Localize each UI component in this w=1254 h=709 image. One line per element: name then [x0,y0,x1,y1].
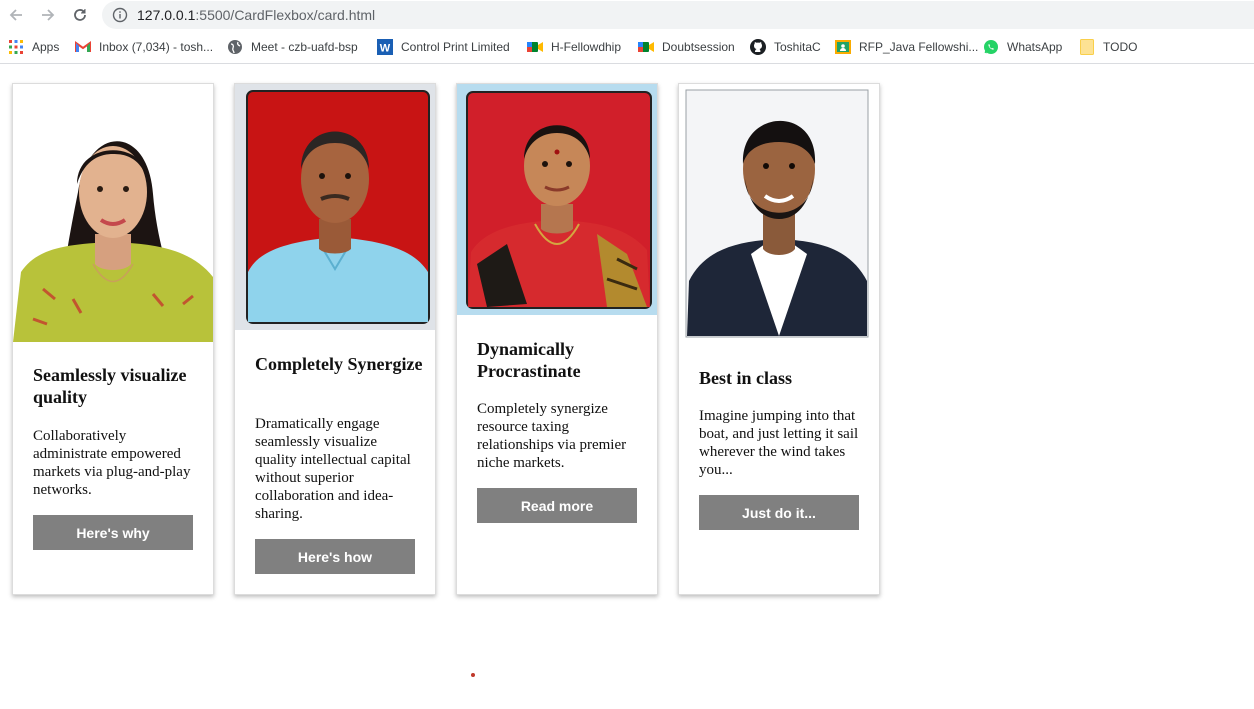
card-title: Best in class [699,368,793,388]
back-button[interactable] [5,4,27,26]
card-2: Completely Synergize Dramatically engage… [234,83,436,595]
bookmark-apps[interactable]: Apps [8,38,59,56]
bookmark-label: Doubtsession [662,40,735,54]
just-do-it-button[interactable]: Just do it... [699,495,859,530]
github-icon [750,39,766,55]
whatsapp-icon [983,39,999,55]
card-title: Completely Synergize [255,354,423,374]
bookmark-label: Apps [32,40,60,54]
bookmark-whatsapp[interactable]: WhatsApp [983,38,1062,56]
bookmark-label: TODO [1103,40,1138,54]
forward-arrow-icon [42,9,55,21]
bookmark-label: Control Print Limited [401,40,510,54]
card-title: Dynamically Procrastinate [477,339,581,381]
bookmark-label: WhatsApp [1007,40,1063,54]
portrait-woman-green-top [13,84,213,342]
url-text[interactable]: 127.0.0.1:5500/CardFlexbox/card.html [137,7,375,23]
svg-text:W: W [380,43,391,55]
bookmark-meet[interactable]: Meet - czb-uafd-bsp [227,38,358,56]
heres-how-button[interactable]: Here's how [255,539,415,574]
bookmark-toshitac[interactable]: ToshitaC [750,38,821,56]
bookmark-todo[interactable]: TODO [1079,38,1137,56]
portrait-man-dark-suit [679,84,879,342]
card-text: Collaboratively administrate empowered m… [33,428,191,498]
card-photo [457,84,657,315]
heres-why-button[interactable]: Here's why [33,515,193,550]
bookmark-gmail[interactable]: Inbox (7,034) - tosh... [75,38,213,56]
card-photo [235,84,435,330]
card-text: Completely synergize resource taxing rel… [477,401,627,471]
card-title: Seamlessly visualize quality [33,365,187,407]
bookmarks-bar: Apps Inbox (7,034) - tosh... Meet - czb-… [0,30,1254,64]
meet-camera-icon [527,39,543,55]
card-1: Seamlessly visualize quality Collaborati… [12,83,214,595]
forward-button[interactable] [37,4,59,26]
portrait-man-blue-shirt [235,84,435,330]
reload-button[interactable] [69,4,91,26]
card-text: Dramatically engage seamlessly visualize… [255,416,411,522]
back-arrow-icon [9,9,22,21]
browser-toolbar: 127.0.0.1:5500/CardFlexbox/card.html [0,0,1254,30]
globe-icon [227,39,243,55]
bookmark-label: Inbox (7,034) - tosh... [99,40,214,54]
read-more-button[interactable]: Read more [477,488,637,523]
apps-grid-icon [8,39,24,55]
w-logo-icon: W [377,39,393,55]
bookmark-label: RFP_Java Fellowshi... [859,40,979,54]
reload-icon [74,9,86,21]
bookmark-h-fellowdhip[interactable]: H-Fellowdhip [527,38,621,56]
classroom-icon [835,39,851,55]
bookmark-doubtsession[interactable]: Doubtsession [638,38,735,56]
bookmark-control-print[interactable]: W Control Print Limited [377,38,510,56]
card-photo [13,84,213,342]
bookmark-label: ToshitaC [774,40,821,54]
address-bar[interactable]: 127.0.0.1:5500/CardFlexbox/card.html [102,1,1254,29]
bookmark-label: Meet - czb-uafd-bsp [251,40,358,54]
url-host: 127.0.0.1 [137,7,196,23]
bookmark-rfp-java[interactable]: RFP_Java Fellowshi... [835,38,978,56]
portrait-woman-red-saree [457,84,657,315]
url-path: :5500/CardFlexbox/card.html [195,7,376,23]
card-photo [679,84,879,342]
card-4: Best in class Imagine jumping into that … [678,83,880,595]
bookmark-label: H-Fellowdhip [551,40,622,54]
gmail-icon [75,39,91,55]
card-3: Dynamically Procrastinate Completely syn… [456,83,658,595]
info-icon[interactable] [112,7,128,23]
meet-camera-icon [638,39,654,55]
cursor-dot [471,673,475,677]
card-text: Imagine jumping into that boat, and just… [699,408,859,478]
note-icon [1079,39,1095,55]
